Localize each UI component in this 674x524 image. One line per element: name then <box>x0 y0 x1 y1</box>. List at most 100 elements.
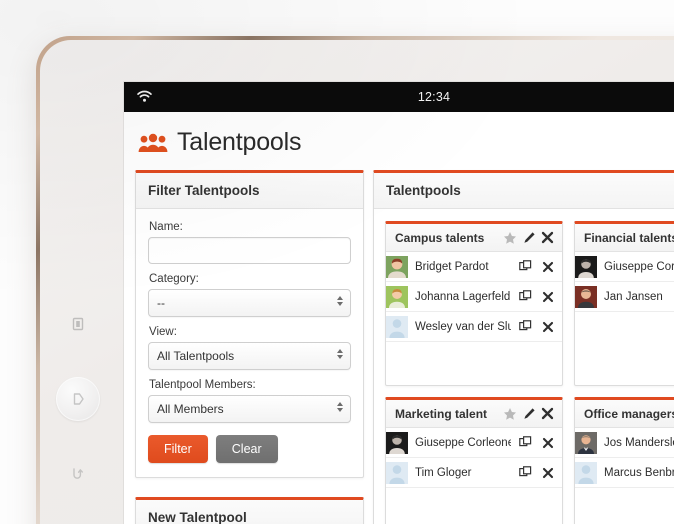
new-talentpool-title: New Talentpool <box>136 500 363 524</box>
close-icon[interactable] <box>540 406 555 421</box>
avatar <box>575 285 597 308</box>
status-bar: 12:34 <box>124 82 674 112</box>
member-name: Johanna Lagerfeld <box>415 290 511 303</box>
content-columns: Filter Talentpools Name: Category: -- Vi… <box>124 157 674 524</box>
talentpools-panel: Talentpools Campus talents Bridget Pardo… <box>373 170 674 524</box>
member-name: Jan Jansen <box>604 290 663 303</box>
member-name: Wesley van der Sluis <box>415 320 511 333</box>
star-icon[interactable] <box>502 406 517 421</box>
tablet-screen: 12:34 Talentpools Filter Talentpools Nam… <box>124 82 674 524</box>
star-icon[interactable] <box>502 230 517 245</box>
category-select[interactable]: -- <box>148 289 351 317</box>
pencil-icon[interactable] <box>521 406 536 421</box>
filter-actions: Filter Clear <box>148 435 351 463</box>
talentpool-card[interactable]: Campus talents Bridget Pardot Johanna La… <box>385 221 563 386</box>
filter-panel-title: Filter Talentpools <box>136 173 363 209</box>
category-label: Category: <box>149 273 199 285</box>
talentpools-panel-title: Talentpools <box>374 173 674 209</box>
talentpool-members-select[interactable]: All Members <box>148 395 351 423</box>
view-select[interactable]: All Talentpools <box>148 342 351 370</box>
card-title: Marketing talent <box>395 406 488 421</box>
card-title: Campus talents <box>395 230 485 245</box>
recent-apps-button[interactable] <box>52 298 104 350</box>
back-icon <box>69 465 87 483</box>
name-input[interactable] <box>148 237 351 264</box>
people-group-icon <box>138 132 168 154</box>
card-header: Campus talents <box>386 224 562 252</box>
member-name: Marcus Benbrahim <box>604 466 674 479</box>
talentpool-card[interactable]: Marketing talent Giuseppe Corleone Tim G… <box>385 397 563 524</box>
home-button[interactable] <box>52 373 104 425</box>
page-title: Talentpools <box>177 128 302 156</box>
copy-icon[interactable] <box>518 289 533 304</box>
android-navigation-bar <box>52 280 104 510</box>
field-name: Name: <box>148 221 351 264</box>
talentpool-member-row[interactable]: Jan Jansen <box>575 282 674 312</box>
talentpool-member-row[interactable]: Giuseppe Corleone <box>386 428 562 458</box>
view-label: View: <box>149 326 177 338</box>
recent-apps-icon <box>70 316 86 332</box>
wifi-icon <box>136 89 153 104</box>
member-name: Tim Gloger <box>415 466 472 479</box>
avatar <box>575 255 597 278</box>
talentpool-member-row[interactable]: Tim Gloger <box>386 458 562 488</box>
left-column: Filter Talentpools Name: Category: -- Vi… <box>135 170 364 524</box>
close-icon[interactable] <box>540 230 555 245</box>
talentpool-member-row[interactable]: Jos Mandersloot <box>575 428 674 458</box>
field-view: View: All Talentpools <box>148 326 351 370</box>
filter-panel-body: Name: Category: -- View: All Talentpools… <box>136 209 363 477</box>
card-title: Financial talents <box>584 230 674 245</box>
member-name: Jos Mandersloot <box>604 436 674 449</box>
member-name: Giuseppe Corleone <box>604 260 674 273</box>
new-talentpool-panel: New Talentpool Name: <box>135 497 364 524</box>
chevron-updown-icon <box>337 349 343 359</box>
filter-button[interactable]: Filter <box>148 435 208 463</box>
clear-button[interactable]: Clear <box>215 435 278 463</box>
copy-icon[interactable] <box>518 435 533 450</box>
card-title: Office managers <box>584 406 674 421</box>
name-label: Name: <box>149 221 183 233</box>
back-button[interactable] <box>52 448 104 500</box>
avatar <box>386 431 408 454</box>
right-column: Talentpools Campus talents Bridget Pardo… <box>373 170 674 524</box>
field-category: Category: -- <box>148 273 351 317</box>
chevron-updown-icon <box>337 296 343 306</box>
talentpool-card-grid: Campus talents Bridget Pardot Johanna La… <box>374 209 674 524</box>
home-icon <box>69 390 87 408</box>
remove-member-icon[interactable] <box>540 465 555 480</box>
talentpool-members-select-value: All Members <box>157 402 224 416</box>
app-viewport: Talentpools Filter Talentpools Name: Cat… <box>124 112 674 524</box>
talentpool-member-row[interactable]: Marcus Benbrahim <box>575 458 674 488</box>
category-select-value: -- <box>157 296 165 310</box>
talentpool-card[interactable]: Office managers Jos Mandersl Marcus Benb <box>574 397 674 524</box>
field-talentpool-members: Talentpool Members: All Members <box>148 379 351 423</box>
avatar <box>575 461 597 484</box>
avatar <box>386 315 408 338</box>
remove-member-icon[interactable] <box>540 259 555 274</box>
status-bar-clock: 12:34 <box>417 90 451 104</box>
page-header: Talentpools <box>124 112 674 157</box>
pencil-icon[interactable] <box>521 230 536 245</box>
avatar <box>386 255 408 278</box>
talentpool-member-row[interactable]: Johanna Lagerfeld <box>386 282 562 312</box>
filter-talentpools-panel: Filter Talentpools Name: Category: -- Vi… <box>135 170 364 478</box>
avatar <box>386 461 408 484</box>
chevron-updown-icon <box>337 402 343 412</box>
remove-member-icon[interactable] <box>540 319 555 334</box>
copy-icon[interactable] <box>518 319 533 334</box>
talentpool-card[interactable]: Financial talents Giuseppe Co Jan Jansen <box>574 221 674 386</box>
talentpool-member-row[interactable]: Wesley van der Sluis <box>386 312 562 342</box>
view-select-value: All Talentpools <box>157 349 235 363</box>
talentpool-member-row[interactable]: Giuseppe Corleone <box>575 252 674 282</box>
card-header: Financial talents <box>575 224 674 252</box>
talentpool-members-label: Talentpool Members: <box>149 379 256 391</box>
remove-member-icon[interactable] <box>540 435 555 450</box>
member-name: Giuseppe Corleone <box>415 436 511 449</box>
remove-member-icon[interactable] <box>540 289 555 304</box>
avatar <box>575 431 597 454</box>
avatar <box>386 285 408 308</box>
copy-icon[interactable] <box>518 465 533 480</box>
copy-icon[interactable] <box>518 259 533 274</box>
talentpool-member-row[interactable]: Bridget Pardot <box>386 252 562 282</box>
card-header: Marketing talent <box>386 400 562 428</box>
